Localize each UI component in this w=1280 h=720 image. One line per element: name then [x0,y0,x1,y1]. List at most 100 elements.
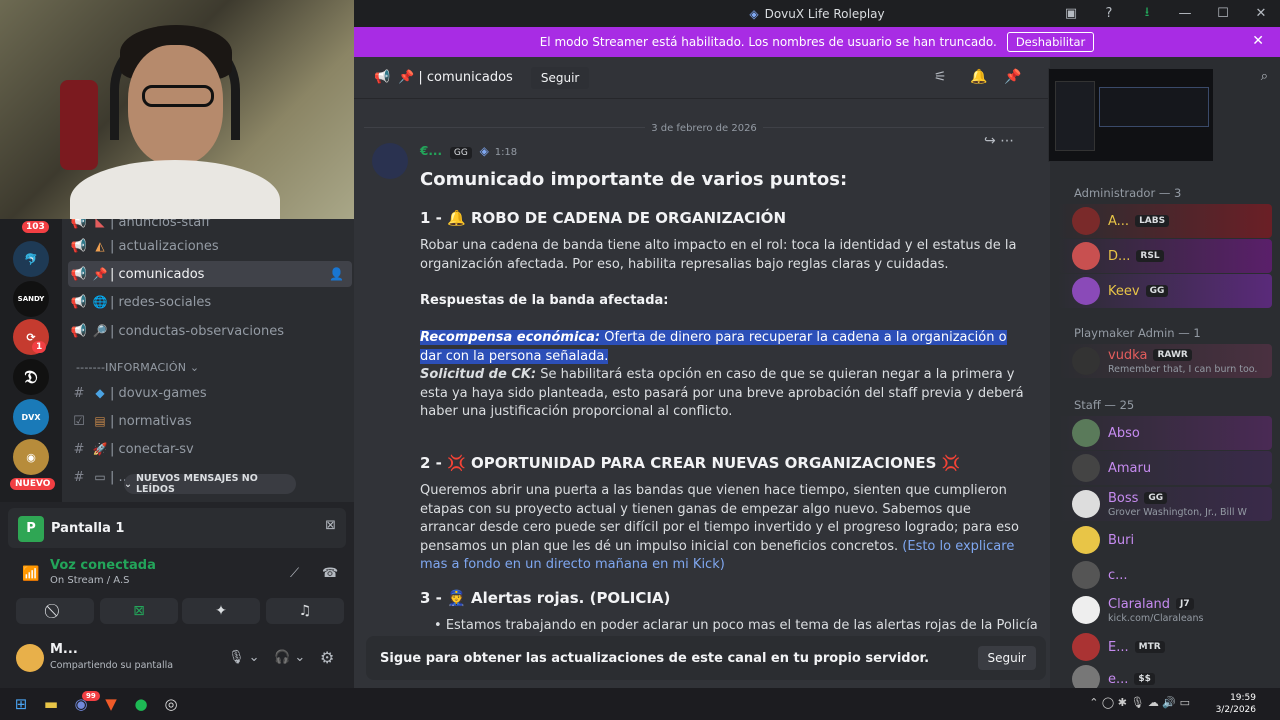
camera-off-button[interactable]: ⃠ [16,598,94,624]
member-row[interactable]: D... RSL [1058,239,1272,273]
preview-panel [1055,81,1095,151]
new-messages-pill[interactable]: ⌄ NUEVOS MENSAJES NO LEÍDOS [124,473,296,495]
announcement-icon: 📢 [70,323,88,339]
tray-icons[interactable]: ⌃ ◯ ✱ 🎙 ☁ 🔊 ▭ [1089,696,1190,709]
help-icon[interactable]: ? [1090,6,1128,21]
member-row[interactable]: A... LABS [1058,204,1272,238]
channel-actualizaciones[interactable]: 📢 ◭ | actualizaciones [68,233,352,259]
noise-icon[interactable]: ⟋ [290,566,299,581]
section-1-responses-label: Respuestas de la banda afectada: [420,293,669,308]
message-meta: €... GG ◈ 1:18 [420,142,1030,163]
search-icon[interactable]: ⌕ [1261,69,1268,84]
sandy-label: SANDY [17,295,45,303]
avatar [1072,561,1100,589]
member-row[interactable]: E... MTR [1058,630,1272,664]
soundboard-button[interactable]: ♫ [266,598,344,624]
author-name[interactable]: €... [420,144,442,158]
announcement-icon: 📢 [70,238,88,254]
announcement-icon: 📢 [374,70,391,85]
folder-icon[interactable]: ▬ [36,695,66,713]
member-row[interactable]: vudka RAWR Remember that, I can burn too. [1058,344,1272,378]
server-dolphin[interactable]: 🐬 [13,241,49,277]
screen-share-button[interactable]: ⊠ [100,598,178,624]
channel-conductas[interactable]: 📢 🔎 | conductas-observaciones [68,318,352,344]
disable-button[interactable]: Deshabilitar [1006,32,1095,52]
gear-icon[interactable]: ⚙ [320,648,334,667]
screen-share-preview[interactable] [1048,68,1214,162]
avatar [1072,207,1100,235]
member-row[interactable]: Amaru [1058,451,1272,485]
microphone-icon[interactable]: 🎙 ⌄ [228,650,260,665]
avatar [1072,454,1100,482]
avatar [1072,347,1100,375]
avatar[interactable] [16,644,44,672]
webcam-shirt [70,160,280,219]
channel-list: 📢 ◣ | anuncios-staff 📢 ◭ | actualizaciones 📢… [62,219,354,506]
clock[interactable]: 19:59 3/2/2026 [1216,692,1256,716]
member-row[interactable]: Buri [1058,523,1272,557]
channel-conectar-sv[interactable]: # 🚀 | conectar-sv [68,436,352,462]
member-row[interactable]: Abso [1058,416,1272,450]
threads-icon[interactable]: ⚟ [934,69,947,85]
streamer-mode-banner: El modo Streamer está habilitado. Los no… [354,27,1280,57]
bell-icon[interactable]: 🔔 [970,69,987,85]
section-3-heading: 3 - 👮 Alertas rojas. (POLICIA) [420,589,671,607]
close-button[interactable]: ✕ [1242,6,1280,21]
response-2-label: Solicitud de CK: [420,367,537,382]
headphones-icon[interactable]: 🎧 ⌄ [274,650,305,665]
member-name: e... [1108,671,1129,687]
channel-dovux-games[interactable]: # ◆ | dovux-games [68,380,352,406]
server-sandy[interactable]: SANDY [13,281,49,317]
channel-label: | dovux-games [110,385,207,401]
invite-icon[interactable]: 👤 [329,267,344,281]
mentions-badge: 103 [22,221,49,233]
server-rail: 103 🐬 SANDY ⟳ 1 𝔇 DVX ◉ NUEVO [0,219,62,506]
category-informacion[interactable]: -------INFORMACIÓN ⌄ [76,361,199,374]
member-row[interactable]: Boss GG Grover Washington, Jr., Bill W [1058,487,1272,521]
voice-status[interactable]: Voz conectada [50,558,156,573]
server-dovux[interactable]: DVX [13,399,49,435]
popout-icon[interactable]: ⊠ [325,518,336,533]
follow-bar-button[interactable]: Seguir [977,646,1036,670]
activities-button[interactable]: ✦ [182,598,260,624]
globe-icon: 🌐 [92,295,108,309]
member-row[interactable]: e... $$ [1058,662,1272,688]
member-status: Grover Washington, Jr., Bill W [1108,507,1247,518]
member-name: A... [1108,213,1130,229]
stream-card: P Pantalla 1 ⊠ [8,508,346,548]
spotify-icon[interactable]: ● [126,695,156,713]
follow-bar-text: Sigue para obtener las actualizaciones d… [380,650,930,666]
member-row[interactable]: c... [1058,558,1272,592]
discord-icon[interactable]: ◉ 99 [66,691,100,713]
chat-area: 📢 📌 | comunicados Seguir ⚟ 🔔 📌 3 de febr… [354,57,1056,688]
member-tag: GG [1144,492,1168,504]
disconnect-icon[interactable]: ☎ [322,566,338,581]
server-gold[interactable]: ◉ [13,439,49,475]
obs-icon[interactable]: ◎ [156,695,186,713]
minimize-button[interactable]: — [1166,6,1204,21]
member-tag: GG [1145,285,1169,297]
avatar [1072,277,1100,305]
pin-messages-icon[interactable]: 📌 [1004,69,1021,85]
channel-label: | comunicados [110,266,205,282]
brave-icon[interactable]: ▼ [96,695,126,713]
windows-start-icon[interactable]: ⊞ [6,695,36,713]
channel-comunicados[interactable]: 📢 📌 | comunicados 👤 [68,261,352,287]
download-icon[interactable]: ⭳ [1128,3,1166,25]
member-row[interactable]: Keev GG [1058,274,1272,308]
pin-icon: 📌 [398,70,415,85]
timestamp: 1:18 [494,147,518,158]
member-row[interactable]: Claraland J7 kick.com/Claraleans [1058,593,1272,627]
member-name: Keev [1108,283,1140,299]
new-badge: NUEVO [10,478,56,490]
author-avatar[interactable] [372,143,408,179]
inbox-icon[interactable]: ▣ [1052,6,1090,21]
maximize-button[interactable]: ☐ [1204,6,1242,21]
member-name: E... [1108,639,1129,655]
channel-normativas[interactable]: ☑ ▤ | normativas [68,408,352,434]
follow-button[interactable]: Seguir [530,66,590,89]
channel-label: | redes-sociales [110,294,212,310]
close-icon[interactable]: ✕ [1252,33,1264,49]
server-detroit[interactable]: 𝔇 [13,359,49,395]
channel-redes-sociales[interactable]: 📢 🌐 | redes-sociales [68,289,352,315]
